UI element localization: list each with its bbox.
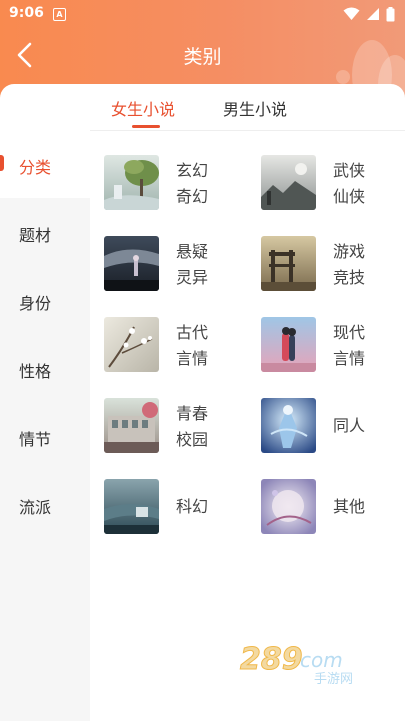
sidebar-item-label: 情节	[19, 430, 52, 449]
tab-male-novels[interactable]: 男生小说	[223, 96, 287, 120]
sidebar-item-label: 分类	[19, 158, 52, 177]
genre-name: 游戏竞技	[333, 242, 366, 287]
genre-item-fantasy[interactable]: 玄幻奇幻	[104, 155, 244, 211]
genre-item-modern-romance[interactable]: 现代言情	[261, 317, 401, 373]
genre-item-ancient-romance[interactable]: 古代言情	[104, 317, 244, 373]
nav-bar: 类别	[0, 28, 405, 82]
genre-cover-image	[104, 479, 159, 534]
page-title: 类别	[183, 46, 222, 68]
genre-item-fanfiction[interactable]: 同人	[261, 398, 401, 454]
content-card: 女生小说 男生小说 分类 题材 身份 性格 情节 流派 玄幻奇幻 武侠仙侠 悬疑…	[0, 84, 405, 721]
tab-female-novels[interactable]: 女生小说	[111, 96, 175, 120]
notification-icon: A	[53, 8, 66, 21]
genre-name: 玄幻奇幻	[176, 161, 209, 206]
sidebar-item-label: 身份	[19, 294, 52, 313]
genre-cover-image	[104, 317, 159, 372]
svg-text:289: 289	[240, 642, 303, 677]
svg-text:com: com	[300, 648, 343, 672]
sidebar-item-genre[interactable]: 流派	[0, 470, 90, 538]
genre-item-mystery[interactable]: 悬疑灵异	[104, 236, 244, 292]
genre-cover-image	[104, 398, 159, 453]
battery-icon	[386, 6, 395, 21]
sidebar-item-plot[interactable]: 情节	[0, 402, 90, 470]
genre-name: 悬疑灵异	[176, 242, 209, 287]
sidebar-item-personality[interactable]: 性格	[0, 334, 90, 402]
genre-cover-image	[104, 236, 159, 291]
genre-cover-image	[261, 398, 316, 453]
genre-name: 其他	[333, 497, 366, 516]
genre-name: 古代言情	[176, 323, 209, 368]
genre-cover-image	[104, 155, 159, 210]
sidebar-item-identity[interactable]: 身份	[0, 266, 90, 334]
sidebar-item-label: 题材	[19, 226, 52, 245]
genre-item-gaming[interactable]: 游戏竞技	[261, 236, 401, 292]
genre-name: 现代言情	[333, 323, 366, 368]
genre-cover-image	[261, 236, 316, 291]
genre-name: 科幻	[176, 497, 209, 516]
watermark-logo: 289 com 手游网	[240, 642, 354, 686]
tab-bar: 女生小说 男生小说	[0, 84, 405, 131]
genre-name: 同人	[333, 416, 366, 435]
genre-cover-image	[261, 479, 316, 534]
genre-cover-image	[261, 317, 316, 372]
sidebar: 分类 题材 身份 性格 情节 流派	[0, 130, 90, 721]
sidebar-item-label: 性格	[19, 362, 52, 381]
wifi-icon	[343, 7, 360, 20]
genre-name: 武侠仙侠	[333, 161, 366, 206]
genre-name: 青春校园	[176, 404, 209, 449]
genre-item-youth-campus[interactable]: 青春校园	[104, 398, 244, 454]
svg-text:手游网: 手游网	[314, 672, 353, 685]
genre-cover-image	[261, 155, 316, 210]
signal-icon	[367, 8, 379, 20]
status-icons	[343, 6, 395, 22]
sidebar-item-category[interactable]: 分类	[0, 130, 90, 198]
sidebar-item-theme[interactable]: 题材	[0, 198, 90, 266]
genre-item-other[interactable]: 其他	[261, 479, 401, 535]
status-time: 9:06	[9, 5, 44, 21]
tab-indicator	[132, 125, 160, 128]
genre-item-wuxia[interactable]: 武侠仙侠	[261, 155, 401, 211]
active-indicator	[0, 155, 4, 171]
status-bar: 9:06 A	[0, 0, 405, 28]
sidebar-item-label: 流派	[19, 498, 52, 517]
genre-item-scifi[interactable]: 科幻	[104, 479, 244, 535]
